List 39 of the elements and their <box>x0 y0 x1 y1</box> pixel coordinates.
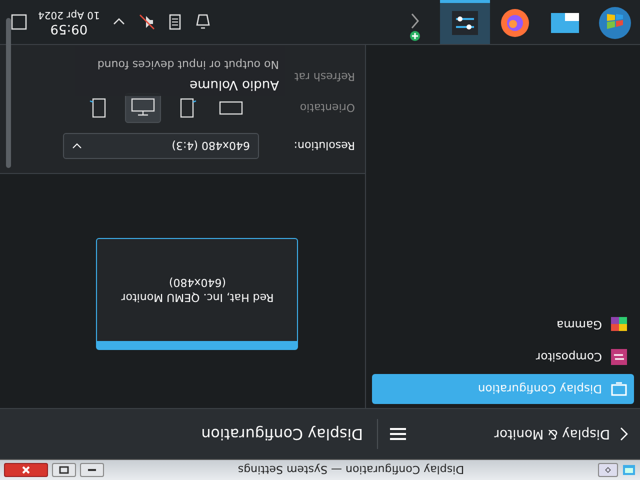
close-icon <box>21 466 31 474</box>
minimize-icon <box>87 466 97 474</box>
browser-icon <box>500 8 530 38</box>
maximize-icon <box>59 466 69 474</box>
orb-icon <box>598 6 632 40</box>
clock-time[interactable]: 09:59 <box>50 20 88 36</box>
resolution-label: Resolution: <box>292 140 355 152</box>
diamond-icon <box>605 465 611 475</box>
window-title: Display Configuration — System Settings <box>236 464 466 476</box>
sidebar-item[interactable]: Compositor <box>372 342 634 372</box>
scrollbar[interactable] <box>6 18 11 168</box>
clock-date[interactable]: 10 Apr 2024 <box>38 8 100 20</box>
muted-speaker-icon[interactable] <box>138 13 156 31</box>
minimize-button[interactable] <box>80 463 104 477</box>
compositor-icon <box>610 348 628 366</box>
monitor-card[interactable]: Red Hat, Inc. QEMU Monitor (640x480) <box>96 238 298 350</box>
monitor-name: Red Hat, Inc. QEMU Monitor <box>121 291 274 304</box>
pin-button[interactable] <box>598 463 618 477</box>
orientation-button[interactable] <box>125 93 161 123</box>
show-desktop-icon[interactable] <box>10 13 28 31</box>
window-icon <box>550 12 580 36</box>
caret-icon <box>72 143 82 149</box>
sidebar-item[interactable]: Gamma <box>372 310 634 340</box>
popup-title: Audio Volume <box>188 77 279 92</box>
close-button[interactable] <box>4 463 48 477</box>
monitor-icon <box>610 380 628 398</box>
page-title: Display Configuration <box>201 425 364 443</box>
back-button[interactable]: Display & Monitor <box>494 426 628 442</box>
refresh-rate-label: Refresh rat <box>293 70 355 83</box>
maximize-button[interactable] <box>52 463 76 477</box>
taskbar-button[interactable] <box>440 0 490 44</box>
back-icon <box>620 427 628 441</box>
gamma-icon <box>610 316 628 334</box>
resolution-dropdown[interactable]: 640x480 (4:3) <box>63 133 259 159</box>
monitor-resolution: (640x480) <box>168 276 226 289</box>
app-icon <box>622 463 636 477</box>
sliders-icon <box>451 10 479 36</box>
orientation-label: Orientatio <box>298 102 355 114</box>
popup-message: No output or input devices found <box>96 58 279 71</box>
